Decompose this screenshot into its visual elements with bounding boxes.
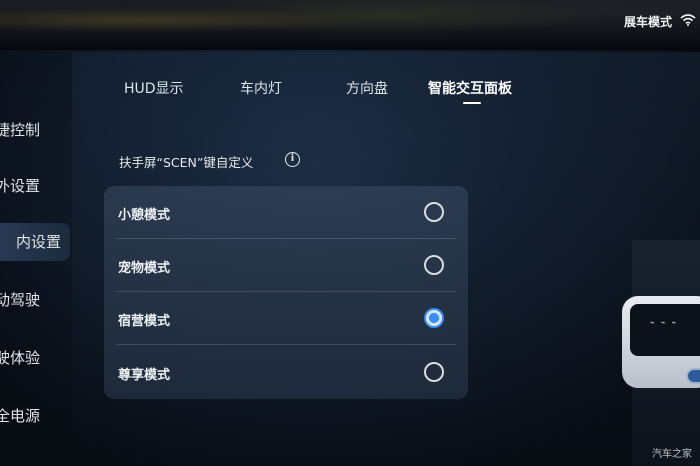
sidebar-item-exterior-settings[interactable]: 外设置 bbox=[0, 167, 70, 205]
option-list: 小憩模式 宠物模式 宿营模式 尊享模式 bbox=[104, 186, 468, 399]
divider bbox=[116, 344, 456, 345]
device-screen: ⌁⌁⌁ bbox=[630, 304, 700, 356]
tab-smart-panel[interactable]: 智能交互面板 bbox=[428, 78, 512, 98]
sidebar-item-label: 动驾驶 bbox=[0, 291, 40, 309]
option-pet-mode[interactable]: 宠物模式 bbox=[104, 239, 468, 292]
screen: 展车模式 捷控制 外设置 内设置 动驾驶 驶体验 全电源 HUD显示 车内灯 方… bbox=[0, 0, 700, 466]
info-icon[interactable]: i bbox=[285, 152, 300, 167]
scen-key bbox=[686, 368, 700, 384]
sidebar-item-interior-settings[interactable]: 内设置 bbox=[0, 223, 70, 261]
sidebar-item-driving-experience[interactable]: 驶体验 bbox=[0, 339, 70, 377]
tab-steering-wheel[interactable]: 方向盘 bbox=[346, 78, 388, 98]
watermark: 汽车之家 bbox=[652, 449, 692, 460]
radio-button[interactable] bbox=[424, 202, 444, 222]
radio-button[interactable] bbox=[424, 255, 444, 275]
section-title: 扶手屏“SCEN”键自定义 bbox=[119, 155, 254, 170]
showroom-mode-label: 展车模式 bbox=[623, 15, 672, 29]
option-camping-mode[interactable]: 宿营模式 bbox=[104, 292, 468, 345]
radio-button[interactable] bbox=[424, 362, 444, 382]
wifi-icon bbox=[680, 14, 696, 26]
option-label: 尊享模式 bbox=[118, 368, 171, 383]
option-label: 宿营模式 bbox=[118, 314, 171, 329]
sidebar-item-label: 内设置 bbox=[15, 233, 61, 251]
tab-interior-lights[interactable]: 车内灯 bbox=[240, 78, 282, 98]
sidebar-item-label: 外设置 bbox=[0, 177, 40, 195]
tab-hud-display[interactable]: HUD显示 bbox=[124, 78, 184, 98]
device-icons: ⌁⌁⌁ bbox=[650, 318, 683, 327]
option-nap-mode[interactable]: 小憩模式 bbox=[104, 186, 468, 239]
armrest-screen-illustration: ⌁⌁⌁ bbox=[622, 296, 700, 388]
option-label: 小憩模式 bbox=[118, 208, 171, 223]
active-tab-indicator bbox=[463, 102, 481, 104]
sidebar-item-power[interactable]: 全电源 bbox=[0, 397, 70, 435]
sidebar: 捷控制 外设置 内设置 动驾驶 驶体验 全电源 bbox=[0, 100, 70, 466]
sidebar-item-label: 捷控制 bbox=[0, 121, 40, 139]
sidebar-item-label: 全电源 bbox=[0, 407, 40, 425]
option-premium-mode[interactable]: 尊享模式 bbox=[104, 346, 468, 399]
sidebar-item-label: 驶体验 bbox=[0, 349, 40, 367]
sidebar-item-assisted-driving[interactable]: 动驾驶 bbox=[0, 281, 70, 319]
top-photo-strip bbox=[0, 0, 700, 50]
option-label: 宠物模式 bbox=[118, 261, 171, 276]
radio-button-checked[interactable] bbox=[424, 308, 444, 328]
sidebar-item-quick-controls[interactable]: 捷控制 bbox=[0, 111, 70, 149]
